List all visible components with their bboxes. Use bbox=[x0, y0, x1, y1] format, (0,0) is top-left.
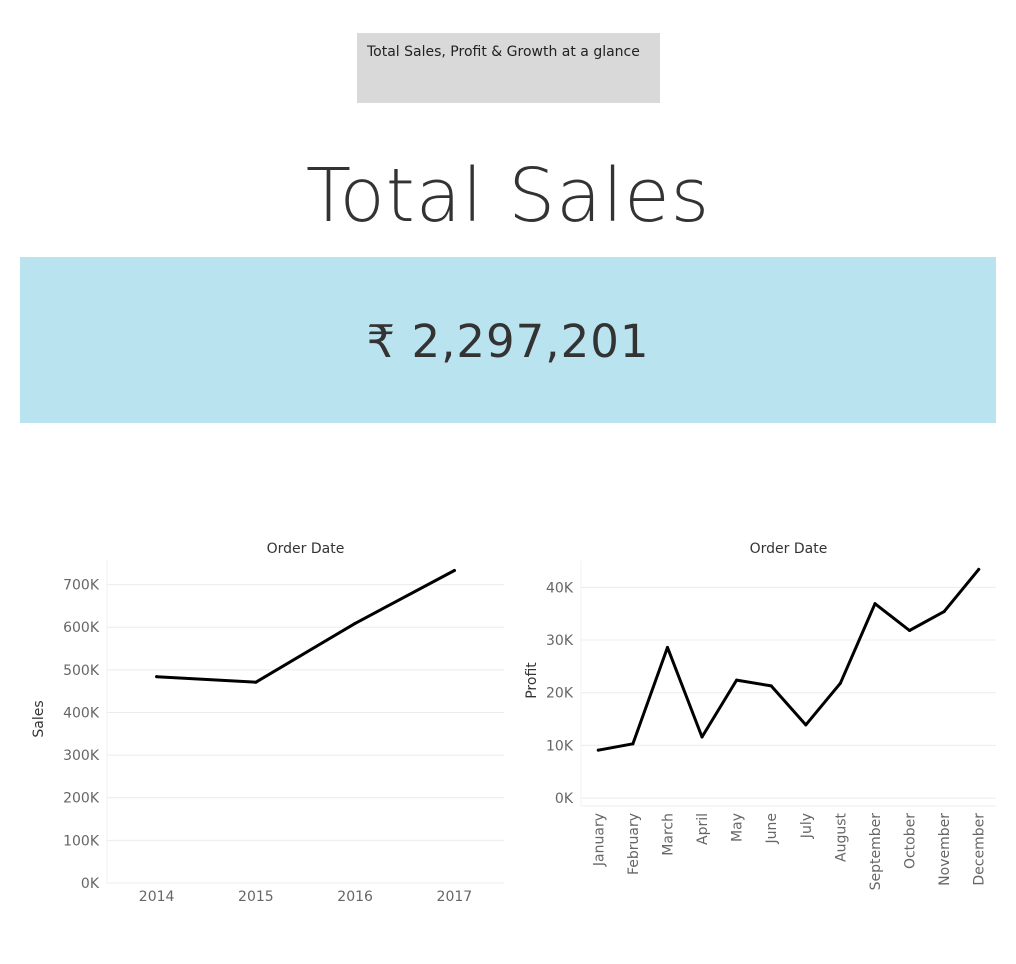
x-tick-label: May bbox=[730, 813, 746, 842]
data-point bbox=[908, 629, 912, 633]
profit-by-month-chart: 0K 10K 20K 30K 40K Order Date Profit January Feb… bbox=[524, 541, 996, 891]
y-tick-label: 10K bbox=[546, 738, 574, 754]
data-point bbox=[735, 678, 739, 682]
x-tick-label: December bbox=[972, 813, 988, 886]
data-point bbox=[977, 567, 981, 571]
data-point bbox=[596, 748, 600, 752]
data-point bbox=[700, 735, 704, 739]
data-point bbox=[804, 723, 808, 727]
data-point bbox=[665, 645, 669, 649]
data-point bbox=[942, 610, 946, 614]
data-point bbox=[873, 602, 877, 606]
y-axis-label: Profit bbox=[524, 662, 540, 699]
series-line bbox=[596, 567, 981, 752]
x-tick-label: September bbox=[868, 813, 884, 891]
x-tick-label: April bbox=[695, 813, 711, 845]
chart-title: Order Date bbox=[750, 541, 828, 557]
x-tick-label: January bbox=[591, 813, 607, 867]
data-point bbox=[631, 742, 635, 746]
x-tick-label: November bbox=[937, 813, 953, 886]
y-tick-label: 20K bbox=[546, 686, 574, 702]
y-tick-label: 0K bbox=[555, 791, 574, 807]
data-point bbox=[838, 681, 842, 685]
y-tick-label: 40K bbox=[546, 580, 574, 596]
x-tick-label: March bbox=[660, 813, 676, 856]
x-tick-label: July bbox=[799, 813, 815, 839]
data-point bbox=[769, 684, 773, 688]
x-tick-label: August bbox=[833, 812, 849, 862]
x-tick-label: October bbox=[903, 813, 919, 869]
y-tick-label: 30K bbox=[546, 633, 574, 649]
x-tick-label: June bbox=[764, 813, 780, 845]
x-tick-label: February bbox=[626, 813, 642, 875]
